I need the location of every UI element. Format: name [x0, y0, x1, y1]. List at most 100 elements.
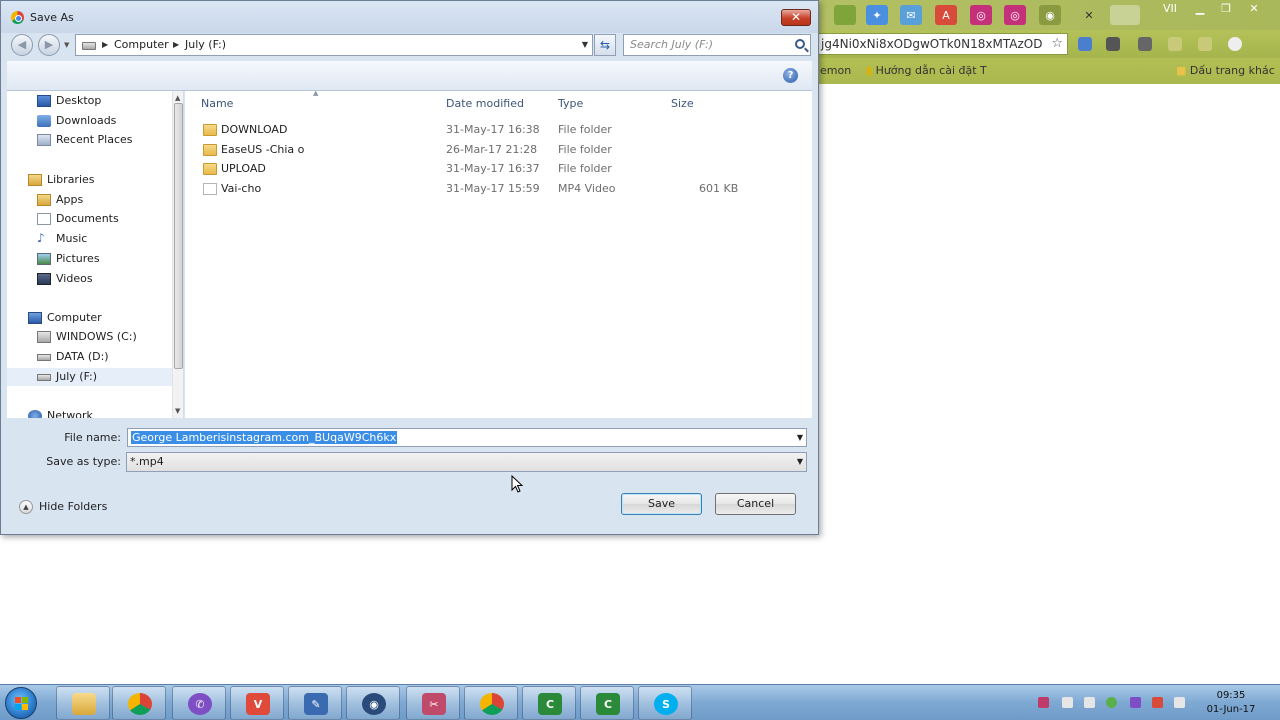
taskbar-app-explorer[interactable] [56, 686, 110, 720]
scroll-down-icon[interactable]: ▼ [175, 407, 180, 415]
address-bar[interactable]: jg4Ni0xNi8xODgwOTk0N18xMTAzOD ☆ [818, 33, 1068, 55]
minimize-icon[interactable]: ▁ [1188, 2, 1212, 18]
taskbar-app-skype[interactable]: S [638, 686, 692, 720]
unikey-tray-icon[interactable] [1038, 697, 1049, 708]
profile-badge[interactable]: VII [1158, 2, 1182, 18]
dialog-toolbar: ? [7, 61, 812, 91]
browser-close-icon[interactable]: ✕ [1242, 2, 1266, 18]
file-row[interactable]: Vai-cho 31-May-17 15:59 MP4 Video 601 KB [185, 179, 812, 199]
extension-icon[interactable] [1198, 37, 1212, 51]
tab-icon[interactable]: ✦ [866, 5, 888, 25]
system-clock[interactable]: 09:35 01-Jun-17 [1196, 689, 1266, 717]
search-icon[interactable] [795, 39, 805, 49]
taskbar-app-chrome[interactable] [112, 686, 166, 720]
bookmark-item[interactable]: ▮ Hướng dẫn cài đặt T [866, 64, 987, 77]
nav-item-july-f[interactable]: July (F:) [7, 368, 172, 386]
help-icon[interactable]: ? [783, 68, 798, 83]
recent-locations-dropdown[interactable]: ▼ [64, 41, 69, 49]
camtasia-icon: C [538, 693, 562, 715]
file-row[interactable]: EaseUS -Chia o 26-Mar-17 21:28 File fold… [185, 140, 812, 160]
tab-close-icon[interactable]: ✕ [1078, 5, 1100, 25]
viber-tray-icon[interactable] [1130, 697, 1141, 708]
file-name-label: File name: [64, 431, 121, 444]
taskbar-app-feather[interactable]: ✎ [288, 686, 342, 720]
skype-icon: S [654, 693, 678, 715]
nav-pane-scrollbar[interactable]: ▲ ▼ [172, 91, 183, 418]
scissors-icon: ✂ [422, 693, 446, 715]
breadcrumb-july[interactable]: July (F:) [185, 35, 226, 55]
taskbar-app-chrome-active[interactable] [464, 686, 518, 720]
new-tab-button[interactable] [1110, 5, 1140, 25]
restore-icon[interactable]: ❐ [1214, 2, 1238, 18]
back-button[interactable]: ◀ [11, 34, 33, 56]
save-as-type-select[interactable]: *.mp4 ▼ [126, 452, 807, 472]
column-header-type[interactable]: Type [558, 97, 583, 110]
file-date: 31-May-17 15:59 [446, 182, 540, 195]
action-center-icon[interactable] [1174, 697, 1185, 708]
chevron-down-icon[interactable]: ▼ [797, 453, 803, 471]
extension-icon[interactable] [1078, 37, 1092, 51]
start-button[interactable] [5, 687, 37, 719]
file-name-input[interactable]: George Lamberisinstagram.com_BUqaW9Ch6kx… [127, 428, 807, 447]
file-name: Vai-cho [221, 182, 262, 195]
breadcrumb-dropdown-icon[interactable]: ▼ [582, 35, 588, 55]
taskbar-app-unikey[interactable]: V [230, 686, 284, 720]
breadcrumb-computer[interactable]: Computer [114, 35, 169, 55]
taskbar-app-media[interactable]: ◉ [346, 686, 400, 720]
extension-icon[interactable] [1168, 37, 1182, 51]
tray-app-icon[interactable] [1106, 697, 1117, 708]
chrome-icon [128, 693, 152, 715]
file-row[interactable]: UPLOAD 31-May-17 16:37 File folder [185, 159, 812, 179]
extension-icon[interactable] [1138, 37, 1152, 51]
forward-button[interactable]: ▶ [38, 34, 60, 56]
library-folder-icon [37, 194, 51, 206]
cancel-button[interactable]: Cancel [715, 493, 796, 515]
network-error-icon[interactable] [1152, 697, 1163, 708]
recent-places-icon [37, 134, 51, 146]
battery-icon[interactable] [1062, 697, 1073, 708]
column-header-date[interactable]: Date modified [446, 97, 524, 110]
speaker-icon[interactable] [1084, 697, 1095, 708]
tab-icon[interactable] [834, 5, 856, 25]
taskbar-app-viber[interactable]: ✆ [172, 686, 226, 720]
column-header-size[interactable]: Size [671, 97, 694, 110]
search-input[interactable]: Search July (F:) [623, 34, 811, 56]
file-list: Name ▲ Date modified Type Size DOWNLOAD … [185, 89, 812, 418]
tab-icon[interactable]: A [935, 5, 957, 25]
eye-icon[interactable]: ◉ [1039, 5, 1061, 25]
dialog-titlebar[interactable]: Save As ✕ [1, 1, 818, 33]
taskbar-app-snipping[interactable]: ✂ [406, 686, 460, 720]
address-breadcrumb[interactable]: ▶ Computer ▶ July (F:) ▼ [75, 34, 593, 56]
file-date: 31-May-17 16:38 [446, 123, 540, 136]
tab-icon[interactable]: ✉ [900, 5, 922, 25]
save-button[interactable]: Save [621, 493, 702, 515]
dialog-close-button[interactable]: ✕ [781, 9, 811, 26]
instagram-icon[interactable]: ◎ [970, 5, 992, 25]
unikey-icon: V [246, 693, 270, 715]
bookmark-star-icon[interactable]: ☆ [1051, 34, 1063, 54]
breadcrumb-chevron-icon[interactable]: ▶ [173, 35, 179, 55]
column-header-name[interactable]: Name [201, 97, 233, 110]
drive-icon [37, 374, 51, 381]
refresh-button[interactable]: ⇆ [594, 34, 616, 56]
taskbar-app-camtasia-recorder[interactable]: C [580, 686, 634, 720]
other-bookmarks[interactable]: ■ Dấu trang khác [1176, 64, 1275, 77]
nav-item-label: WINDOWS (C:) [56, 330, 137, 343]
bookmark-item[interactable]: emon [820, 64, 851, 77]
taskbar-app-camtasia[interactable]: C [522, 686, 576, 720]
instagram-icon[interactable]: ◎ [1004, 5, 1026, 25]
search-placeholder: Search July (F:) [630, 38, 714, 51]
file-row[interactable]: DOWNLOAD 31-May-17 16:38 File folder [185, 120, 812, 140]
scrollbar-thumb[interactable] [174, 103, 183, 369]
drive-icon [37, 354, 51, 361]
menu-icon[interactable] [1228, 37, 1242, 51]
save-as-dialog: Save As ✕ ◀ ▶ ▼ ▶ Computer ▶ July (F:) ▼… [0, 0, 819, 535]
file-name-value: George Lamberisinstagram.com_BUqaW9Ch6kx [131, 431, 398, 444]
save-as-type-value: *.mp4 [130, 455, 164, 468]
file-name: UPLOAD [221, 162, 266, 175]
scroll-up-icon[interactable]: ▲ [175, 94, 180, 102]
chevron-down-icon[interactable]: ▼ [797, 429, 803, 446]
breadcrumb-chevron-icon[interactable]: ▶ [102, 35, 108, 55]
extension-icon[interactable] [1106, 37, 1120, 51]
file-name: EaseUS -Chia o [221, 143, 305, 156]
